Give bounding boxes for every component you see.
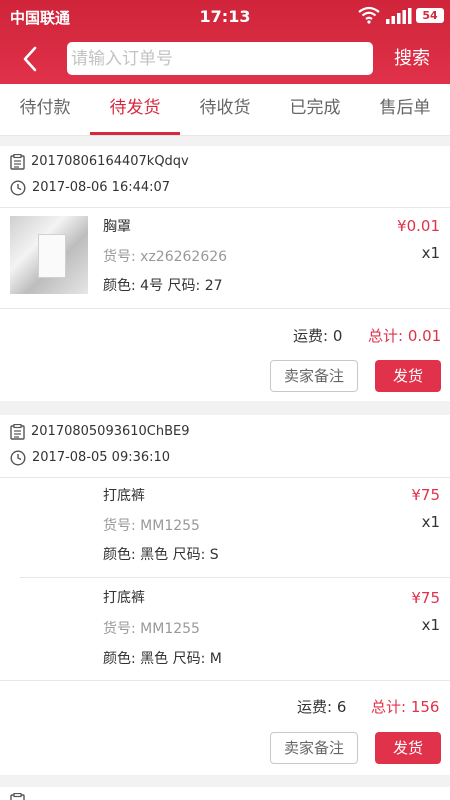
order-card-partial xyxy=(0,787,450,800)
order-time: 2017-08-06 16:44:07 xyxy=(32,180,171,195)
product-sku: 货号: MM1255 xyxy=(103,518,200,534)
product-sku: 货号: MM1255 xyxy=(103,621,200,637)
order-number: 20170805093610ChBE9 xyxy=(31,424,190,439)
search-input[interactable] xyxy=(67,42,373,75)
order-time-row: 2017-08-06 16:44:07 xyxy=(10,177,170,199)
signal-icon xyxy=(386,8,412,24)
tab-after-sales[interactable]: 售后单 xyxy=(360,84,450,136)
seller-remark-button[interactable]: 卖家备注 xyxy=(270,360,358,392)
order-total: 总计: 0.01 xyxy=(368,327,442,345)
product-spec: 颜色: 4号 尺码: 27 xyxy=(103,278,223,294)
order-number: 20170806164407kQdqv xyxy=(31,154,189,169)
tab-pending-payment[interactable]: 待付款 xyxy=(0,84,90,136)
clock-icon xyxy=(10,179,26,196)
product-quantity: x1 xyxy=(421,616,440,634)
product-spec: 颜色: 黑色 尺码: S xyxy=(103,547,219,563)
ship-button[interactable]: 发货 xyxy=(375,360,441,392)
product-quantity: x1 xyxy=(421,244,440,262)
ship-button[interactable]: 发货 xyxy=(375,732,441,764)
divider xyxy=(0,207,450,208)
tab-completed[interactable]: 已完成 xyxy=(270,84,360,136)
order-number-row: 20170806164407kQdqv xyxy=(10,151,189,173)
product-title: 打底裤 xyxy=(103,488,145,504)
clipboard-icon xyxy=(10,793,25,800)
tab-pending-shipment[interactable]: 待发货 xyxy=(90,84,180,136)
product-title: 胸罩 xyxy=(103,219,131,235)
product-quantity: x1 xyxy=(421,513,440,531)
divider xyxy=(0,308,450,309)
clock-icon xyxy=(10,449,26,466)
battery-icon: 54 xyxy=(416,8,444,23)
product-price: ¥0.01 xyxy=(397,217,440,235)
order-number-row: 20170805093610ChBE9 xyxy=(10,421,190,443)
product-sku: 货号: xz26262626 xyxy=(103,249,228,265)
app-header: 中国联通 17:13 54 搜索 xyxy=(0,0,450,84)
tab-pending-receipt[interactable]: 待收货 xyxy=(180,84,270,136)
shipping-fee: 运费: 0 xyxy=(293,327,343,345)
order-total: 总计: 156 xyxy=(371,698,440,716)
product-price: ¥75 xyxy=(411,486,440,504)
clock: 17:13 xyxy=(199,7,251,26)
back-arrow-icon[interactable] xyxy=(16,44,46,74)
product-title: 打底裤 xyxy=(103,590,145,606)
divider xyxy=(0,477,450,478)
order-card: 20170806164407kQdqv 2017-08-06 16:44:07 … xyxy=(0,146,450,401)
order-card: 20170805093610ChBE9 2017-08-05 09:36:10 … xyxy=(0,415,450,775)
product-price: ¥75 xyxy=(411,589,440,607)
wifi-icon xyxy=(358,6,380,24)
divider xyxy=(0,680,450,681)
active-tab-indicator xyxy=(90,132,180,135)
clipboard-icon xyxy=(10,423,25,440)
order-time-row: 2017-08-05 09:36:10 xyxy=(10,447,170,469)
clipboard-icon xyxy=(10,153,25,170)
shipping-fee: 运费: 6 xyxy=(297,698,347,716)
order-time: 2017-08-05 09:36:10 xyxy=(32,450,171,465)
seller-remark-button[interactable]: 卖家备注 xyxy=(270,732,358,764)
product-image xyxy=(10,216,88,294)
item-divider xyxy=(20,577,450,578)
status-bar: 中国联通 17:13 54 xyxy=(0,0,450,32)
product-spec: 颜色: 黑色 尺码: M xyxy=(103,651,222,667)
order-status-tabs: 待付款 待发货 待收货 已完成 售后单 xyxy=(0,84,450,136)
search-button[interactable]: 搜索 xyxy=(383,42,441,75)
